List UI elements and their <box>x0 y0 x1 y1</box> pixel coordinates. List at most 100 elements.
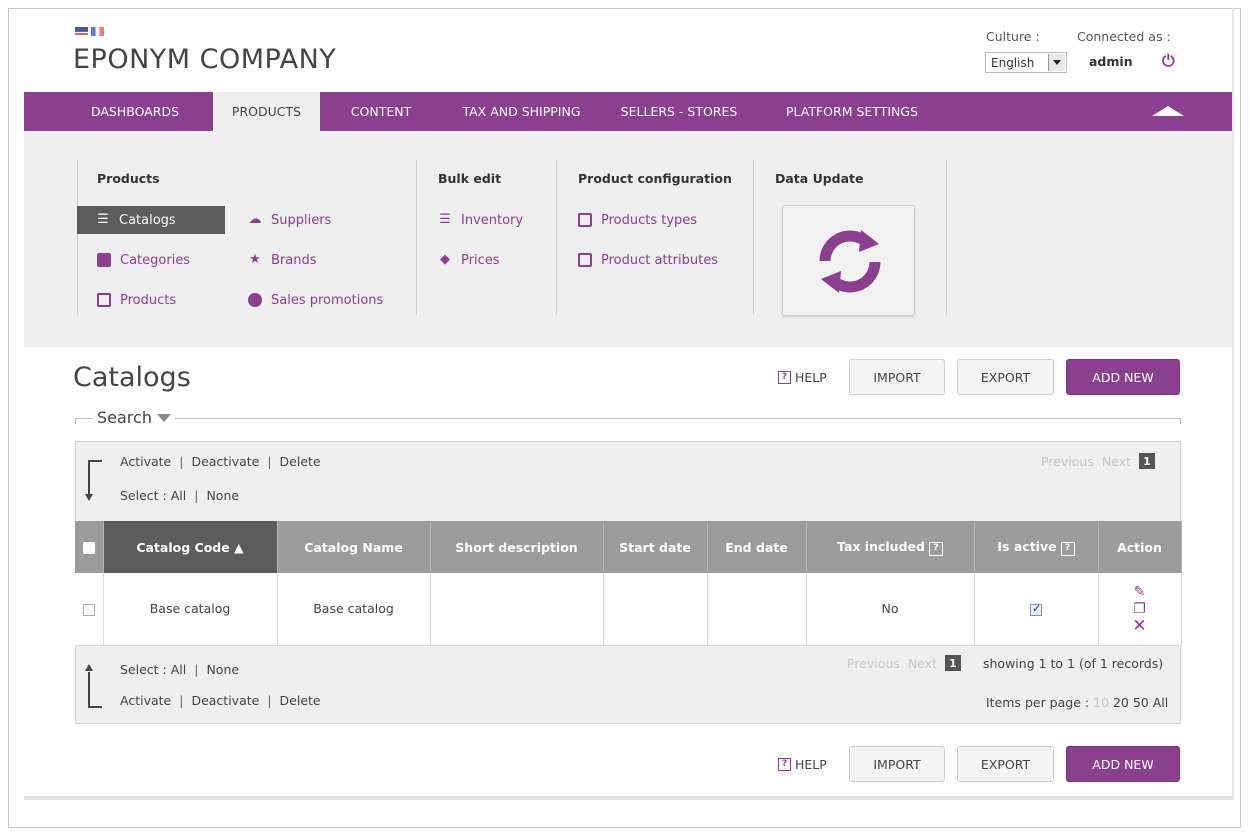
select-all-link[interactable]: All <box>171 662 187 677</box>
catalog-table: Catalog Code ▲ Catalog Name Short descri… <box>75 521 1182 646</box>
tag-icon: ◆ <box>440 252 450 267</box>
col-catalog-name[interactable]: Catalog Name <box>277 521 431 573</box>
col-short-description[interactable]: Short description <box>430 521 604 573</box>
previous-link[interactable]: Previous <box>1041 454 1094 469</box>
edit-pencil-icon[interactable]: ✎ <box>1134 584 1146 600</box>
select-none-link[interactable]: None <box>206 662 239 677</box>
row-checkbox[interactable] <box>82 603 95 616</box>
image-icon <box>97 293 111 307</box>
bulk-actions-top: Activate | Deactivate | Delete <box>120 454 321 469</box>
fr-flag-icon[interactable] <box>91 27 104 36</box>
activate-link[interactable]: Activate <box>120 454 171 469</box>
ipp-10-link[interactable]: 10 <box>1093 695 1109 710</box>
col-is-active[interactable]: Is active? <box>974 521 1099 573</box>
ipp-50-link[interactable]: 50 <box>1133 695 1149 710</box>
pager-bottom: Previous Next 1 <box>847 655 961 671</box>
select-none-link[interactable]: None <box>206 488 239 503</box>
add-new-button[interactable]: ADD NEW <box>1066 746 1180 782</box>
cell-end-date <box>707 573 807 646</box>
database-icon: ☰ <box>439 212 451 227</box>
menu-inventory[interactable]: ☰ Inventory <box>438 206 523 234</box>
ipp-20-link[interactable]: 20 <box>1113 695 1129 710</box>
cloud-upload-icon: ☁ <box>248 212 262 227</box>
select-label: Select : <box>120 488 167 503</box>
page-number[interactable]: 1 <box>944 655 961 671</box>
section-title-bulk-edit: Bulk edit <box>438 171 502 186</box>
nav-content[interactable]: CONTENT <box>337 92 425 131</box>
select-all-link[interactable]: All <box>171 488 187 503</box>
table-header-row: Catalog Code ▲ Catalog Name Short descri… <box>75 521 1182 573</box>
nav-platform-settings[interactable]: PLATFORM SETTINGS <box>772 92 932 131</box>
divider <box>416 160 417 315</box>
add-new-button[interactable]: ADD NEW <box>1066 359 1180 395</box>
cell-catalog-code: Base catalog <box>103 573 278 646</box>
star-icon: ★ <box>249 252 261 267</box>
export-button[interactable]: EXPORT <box>957 359 1054 395</box>
culture-label: Culture : <box>986 29 1040 44</box>
us-flag-icon[interactable] <box>75 27 88 36</box>
help-icon: ? <box>778 758 791 771</box>
duplicate-icon[interactable]: ❐ <box>1133 601 1146 617</box>
page-shadow-right <box>1232 8 1234 798</box>
language-select[interactable]: English <box>985 52 1067 73</box>
records-summary: showing 1 to 1 (of 1 records) <box>983 656 1164 671</box>
power-icon[interactable]: ⏻ <box>1162 51 1175 71</box>
data-update-button[interactable] <box>782 205 915 316</box>
language-select-value: English <box>991 56 1035 70</box>
nav-tax-shipping[interactable]: TAX AND SHIPPING <box>449 92 594 131</box>
company-name: EPONYM COMPANY <box>73 44 337 75</box>
nav-sellers-stores[interactable]: SELLERS - STORES <box>614 92 744 131</box>
export-button[interactable]: EXPORT <box>957 746 1054 782</box>
deactivate-link[interactable]: Deactivate <box>191 693 259 708</box>
help-label: HELP <box>795 757 827 772</box>
help-icon[interactable]: ? <box>928 541 943 556</box>
menu-prices[interactable]: ◆ Prices <box>438 246 500 274</box>
next-link[interactable]: Next <box>1102 454 1131 469</box>
col-catalog-code[interactable]: Catalog Code ▲ <box>103 521 278 573</box>
menu-products[interactable]: Products <box>97 286 176 314</box>
chevron-down-icon[interactable] <box>1048 54 1065 71</box>
menu-sales-promotions[interactable]: Sales promotions <box>248 286 383 314</box>
menu-suppliers[interactable]: ☁ Suppliers <box>248 206 332 234</box>
menu-catalogs[interactable]: ☰ Catalogs <box>77 206 225 234</box>
ipp-all-link[interactable]: All <box>1153 695 1169 710</box>
items-per-page: Items per page : 10 20 50 All <box>986 695 1168 710</box>
section-title-products: Products <box>97 171 160 186</box>
bulk-actions-bottom: Activate | Deactivate | Delete <box>120 693 321 708</box>
menu-categories[interactable]: Categories <box>97 246 190 274</box>
arrow-down-icon <box>85 494 93 501</box>
previous-link[interactable]: Previous <box>847 656 900 671</box>
col-start-date[interactable]: Start date <box>603 521 708 573</box>
help-link[interactable]: ? HELP <box>778 370 827 385</box>
menu-products-types[interactable]: Products types <box>578 206 697 234</box>
next-link[interactable]: Next <box>908 656 937 671</box>
import-button[interactable]: IMPORT <box>849 746 945 782</box>
select-all-checkbox[interactable] <box>82 542 95 554</box>
help-label: HELP <box>795 370 827 385</box>
is-active-checkbox[interactable] <box>1030 602 1042 616</box>
activate-link[interactable]: Activate <box>120 693 171 708</box>
nav-dashboards[interactable]: DASHBOARDS <box>74 92 196 131</box>
deactivate-link[interactable]: Deactivate <box>191 454 259 469</box>
nav-products[interactable]: PRODUCTS <box>213 92 320 131</box>
help-link[interactable]: ? HELP <box>778 757 827 772</box>
search-toggle[interactable]: Search <box>93 408 175 427</box>
menu-brands-label: Brands <box>271 252 317 268</box>
badge-icon <box>248 293 262 307</box>
delete-x-icon[interactable]: ✕ <box>1132 617 1146 634</box>
col-end-date[interactable]: End date <box>707 521 807 573</box>
menu-product-attributes[interactable]: Product attributes <box>578 246 718 274</box>
help-icon[interactable]: ? <box>1060 541 1075 556</box>
col-tax-included[interactable]: Tax included? <box>806 521 975 573</box>
menu-suppliers-label: Suppliers <box>271 212 332 228</box>
section-title-product-configuration: Product configuration <box>578 171 732 186</box>
menu-prices-label: Prices <box>461 252 500 268</box>
divider <box>77 160 78 315</box>
delete-link[interactable]: Delete <box>280 693 321 708</box>
delete-link[interactable]: Delete <box>280 454 321 469</box>
collapse-icon[interactable] <box>1152 106 1184 116</box>
import-button[interactable]: IMPORT <box>849 359 945 395</box>
help-icon: ? <box>778 371 791 384</box>
page-number[interactable]: 1 <box>1138 453 1155 469</box>
menu-brands[interactable]: ★ Brands <box>248 246 317 274</box>
